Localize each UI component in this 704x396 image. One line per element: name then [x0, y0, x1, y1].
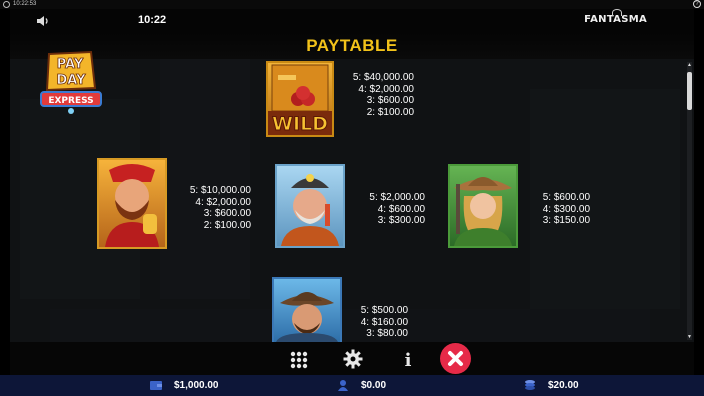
game-clock: 10:22 [138, 14, 167, 26]
brand-logo: FANTASMA [584, 9, 647, 25]
scroll-up-icon[interactable]: ▲ [687, 62, 692, 68]
symbol-miner [275, 164, 345, 248]
miner-portrait [281, 174, 339, 246]
page-title: PAYTABLE [306, 36, 398, 55]
game-logo: PAY DAY EXPRESS [40, 50, 102, 114]
logo-line-1: PAY [57, 57, 84, 72]
close-icon [448, 351, 463, 366]
payout-line: 5: $600.00 [542, 192, 590, 203]
close-button[interactable] [440, 343, 471, 374]
payout-line: 3: $600.00 [203, 208, 251, 219]
os-status-bar: 10:22:53 ? [0, 0, 704, 9]
payout-line: 2: $100.00 [203, 219, 251, 231]
balance-value: $1,000.00 [174, 380, 219, 391]
wild-label: WILD [272, 113, 328, 135]
payout-line: 4: $2,000.00 [195, 196, 251, 208]
game-topbar: 10:22 FANTASMA [10, 9, 694, 33]
bandit-portrait [276, 292, 338, 342]
wild-payouts: 5: $40,000.00 4: $2,000.00 3: $600.00 2:… [348, 72, 414, 118]
cowgirl-payouts: 5: $600.00 4: $300.00 3: $150.00 [528, 192, 590, 227]
cowgirl-portrait [454, 177, 512, 246]
balance-footer: $1,000.00 $0.00 $20.00 [0, 375, 704, 396]
help-icon[interactable]: ? [693, 0, 701, 8]
payout-line: 5: $2,000.00 [369, 192, 425, 203]
boss-payouts: 5: $10,000.00 4: $2,000.00 3: $600.00 2:… [181, 185, 251, 231]
payout-line: 3: $80.00 [366, 328, 408, 339]
miner-payouts: 5: $2,000.00 4: $600.00 3: $300.00 [359, 192, 425, 227]
dynamite-icon: WILD [268, 64, 332, 135]
payout-line: 4: $300.00 [542, 203, 590, 215]
scroll-down-icon[interactable]: ▼ [687, 334, 692, 340]
payout-line: 5: $10,000.00 [189, 185, 251, 196]
os-time: 10:22:53 [13, 1, 37, 7]
gear-icon[interactable] [342, 348, 364, 370]
bet-value: $20.00 [548, 380, 579, 391]
logo-line-2: DAY [56, 73, 86, 88]
win-value: $0.00 [361, 380, 387, 391]
payout-line: 5: $40,000.00 [352, 72, 414, 83]
info-icon[interactable]: i [397, 348, 419, 370]
brand-mark-icon [612, 9, 623, 16]
scrollbar[interactable]: ▲ ▼ [687, 62, 692, 340]
bandit-payouts: 5: $500.00 4: $160.00 3: $80.00 [354, 305, 408, 340]
payout-line: 3: $150.00 [542, 215, 590, 226]
symbol-wild: WILD [266, 61, 334, 137]
boss-portrait [105, 164, 159, 247]
payout-line: 2: $100.00 [366, 106, 414, 118]
payout-line: 4: $2,000.00 [358, 83, 414, 95]
info-glyph: i [405, 350, 412, 370]
payout-line: 4: $160.00 [360, 316, 408, 328]
payout-line: 5: $500.00 [360, 305, 408, 316]
control-bar: i [10, 342, 694, 375]
payout-line: 4: $600.00 [377, 203, 425, 215]
trophy-icon [338, 380, 348, 391]
payout-line: 3: $300.00 [377, 215, 425, 226]
symbol-cowgirl [448, 164, 518, 248]
speaker-icon[interactable] [36, 15, 50, 27]
payout-line: 3: $600.00 [366, 95, 414, 106]
symbol-boss [97, 158, 167, 249]
coins-icon [525, 380, 535, 390]
clock-icon [3, 1, 10, 8]
title-band: PAYTABLE [10, 33, 694, 59]
wallet-icon [150, 381, 162, 390]
scroll-thumb[interactable] [687, 72, 692, 110]
symbol-bandit [272, 277, 342, 342]
grid-icon[interactable] [288, 348, 310, 370]
logo-line-3: EXPRESS [48, 96, 93, 106]
